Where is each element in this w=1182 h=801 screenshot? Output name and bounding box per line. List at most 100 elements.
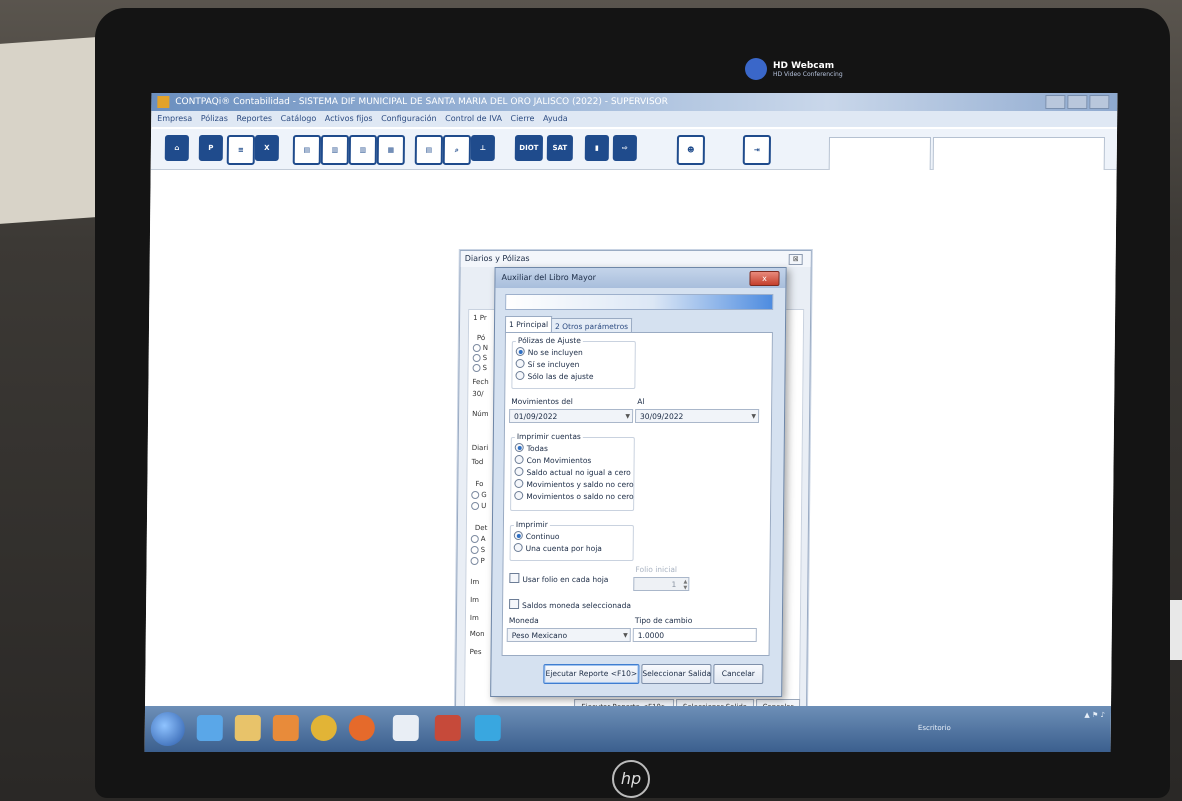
- bg-fragment: N: [473, 344, 488, 352]
- radio-con-movimientos[interactable]: Con Movimientos: [514, 455, 592, 465]
- poliza-search-icon[interactable]: P: [198, 135, 224, 161]
- menu-reportes[interactable]: Reportes: [236, 114, 272, 123]
- radio-indicator: [514, 443, 524, 452]
- usar-folio-checkbox[interactable]: Usar folio en cada hoja: [509, 573, 608, 584]
- chrome-icon[interactable]: [310, 715, 337, 741]
- checkbox-indicator: [509, 599, 520, 609]
- folio-inicial-field[interactable]: 1 ▲ ▼: [633, 577, 690, 591]
- radio-indicator: [515, 359, 525, 368]
- status-box-2: [932, 137, 1105, 173]
- moneda-select[interactable]: Peso Mexicano ▼: [506, 628, 631, 642]
- close-button[interactable]: [1089, 95, 1110, 109]
- grid-icon[interactable]: ▦: [376, 135, 406, 165]
- document-icon[interactable]: ▤: [414, 135, 444, 165]
- user-icon[interactable]: ☻: [676, 135, 706, 165]
- webcam-title: HD Webcam: [773, 60, 835, 71]
- report2-icon[interactable]: ▥: [348, 135, 378, 165]
- select-output-button[interactable]: Seleccionar Salida: [641, 664, 712, 684]
- radio-movimientos-y-saldo[interactable]: Movimientos y saldo no cero: [514, 479, 634, 489]
- info-icon[interactable]: [474, 715, 501, 741]
- bg-close-icon[interactable]: ⊠: [788, 254, 803, 265]
- progress-bar: [505, 294, 774, 310]
- radio-indicator: [514, 455, 524, 464]
- desktop-label[interactable]: Escritorio: [918, 724, 951, 732]
- radio-indicator: [514, 467, 524, 476]
- word-icon[interactable]: [392, 715, 419, 741]
- export-icon[interactable]: ⇨: [612, 135, 638, 161]
- ie-icon[interactable]: [196, 715, 223, 741]
- menu-catalogo[interactable]: Catálogo: [281, 114, 317, 123]
- radio-movimientos-o-saldo[interactable]: Movimientos o saldo no cero: [514, 491, 634, 501]
- screen: CONTPAQi® Contabilidad - SISTEMA DIF MUN…: [144, 93, 1118, 752]
- menu-cierre[interactable]: Cierre: [510, 114, 534, 123]
- execute-report-button[interactable]: Ejecutar Reporte <F10>: [543, 664, 640, 684]
- firefox-icon[interactable]: [348, 715, 375, 741]
- bg-fragment: Núm: [472, 410, 489, 418]
- bg-fragment: Fo: [475, 480, 484, 488]
- book-icon[interactable]: ▤: [292, 135, 322, 165]
- tab-principal[interactable]: 1 Principal: [504, 316, 553, 333]
- webcam-icon: [745, 58, 767, 80]
- dialog-close-icon[interactable]: x: [749, 271, 780, 286]
- diot-icon[interactable]: DIOT: [514, 135, 544, 161]
- auxiliar-libro-mayor-dialog: Auxiliar del Libro Mayor x 1 Principal 2…: [490, 267, 787, 697]
- minimize-button[interactable]: [1045, 95, 1066, 109]
- radio-si-se-incluyen[interactable]: Sí se incluyen: [515, 359, 580, 369]
- list-icon[interactable]: ≡: [226, 135, 256, 165]
- taskbar: Escritorio ▲ ⚑ ♪: [144, 706, 1112, 752]
- cancel-button[interactable]: Cancelar: [713, 664, 764, 684]
- contpaq-icon[interactable]: [434, 715, 461, 741]
- bg-fragment: G: [471, 491, 487, 499]
- radio-saldo-actual[interactable]: Saldo actual no igual a cero: [514, 467, 631, 477]
- menu-activos-fijos[interactable]: Activos fijos: [325, 114, 373, 123]
- tipo-cambio-field[interactable]: 1.0000: [632, 628, 757, 642]
- exit-icon[interactable]: ⇥: [742, 135, 772, 165]
- tab-panel: Pólizas de Ajuste No se incluyen Sí se i…: [501, 332, 773, 656]
- menu-empresa[interactable]: Empresa: [157, 114, 192, 123]
- maximize-button[interactable]: [1067, 95, 1088, 109]
- bg-fragment: U: [471, 502, 486, 510]
- bg-fragment: S: [471, 546, 486, 554]
- radio-continuo[interactable]: Continuo: [513, 531, 560, 541]
- menu-bar: Empresa Pólizas Reportes Catálogo Activo…: [151, 111, 1118, 127]
- imprimir-label: Imprimir: [513, 520, 550, 529]
- menu-control-iva[interactable]: Control de IVA: [445, 114, 502, 123]
- webcam-subtitle: HD Video Conferencing: [773, 70, 843, 78]
- bg-fragment: Im: [470, 596, 480, 604]
- saldos-moneda-checkbox[interactable]: Saldos moneda seleccionada: [509, 599, 631, 610]
- radio-todas[interactable]: Todas: [514, 443, 548, 453]
- radio-una-cuenta-por-hoja[interactable]: Una cuenta por hoja: [513, 543, 602, 553]
- menu-polizas[interactable]: Pólizas: [201, 114, 228, 123]
- explorer-icon[interactable]: [234, 715, 261, 741]
- radio-solo-ajuste[interactable]: Sólo las de ajuste: [515, 371, 594, 381]
- menu-ayuda[interactable]: Ayuda: [543, 114, 568, 123]
- dialog-title: Auxiliar del Libro Mayor: [495, 268, 786, 288]
- start-orb[interactable]: [150, 712, 185, 746]
- polizas-ajuste-label: Pólizas de Ajuste: [515, 336, 583, 345]
- bg-fragment: Diari: [471, 444, 489, 452]
- checkbox-indicator: [509, 573, 520, 583]
- al-date-field[interactable]: 30/09/2022 ▼: [634, 409, 760, 423]
- chart-icon[interactable]: ▮: [584, 135, 610, 161]
- radio-indicator: [513, 543, 523, 552]
- movimientos-del-label: Movimientos del: [511, 397, 573, 406]
- home-icon[interactable]: ⌂: [164, 135, 190, 161]
- media-icon[interactable]: [272, 715, 299, 741]
- bg-fragment: Mon: [469, 630, 485, 638]
- bg-dialog-title: Diarios y Pólizas: [460, 251, 811, 267]
- radio-no-se-incluyen[interactable]: No se incluyen: [515, 347, 583, 357]
- balance-icon[interactable]: ⊥: [470, 135, 496, 161]
- app-icon: [157, 96, 170, 108]
- tipo-cambio-label: Tipo de cambio: [634, 616, 693, 625]
- system-tray: ▲ ⚑ ♪: [1084, 711, 1105, 719]
- bg-fragment: Det: [474, 524, 488, 532]
- search-doc-icon[interactable]: ⌕: [442, 135, 472, 165]
- movimientos-del-field[interactable]: 01/09/2022 ▼: [508, 409, 634, 423]
- bg-fragment: 30/: [472, 390, 484, 398]
- sat-icon[interactable]: SAT: [546, 135, 574, 161]
- app-titlebar: CONTPAQi® Contabilidad - SISTEMA DIF MUN…: [151, 93, 1118, 111]
- menu-configuracion[interactable]: Configuración: [381, 114, 437, 123]
- report-icon[interactable]: ▥: [320, 135, 350, 165]
- xml-poliza-icon[interactable]: X: [254, 135, 280, 161]
- app-title: CONTPAQi® Contabilidad - SISTEMA DIF MUN…: [175, 97, 668, 107]
